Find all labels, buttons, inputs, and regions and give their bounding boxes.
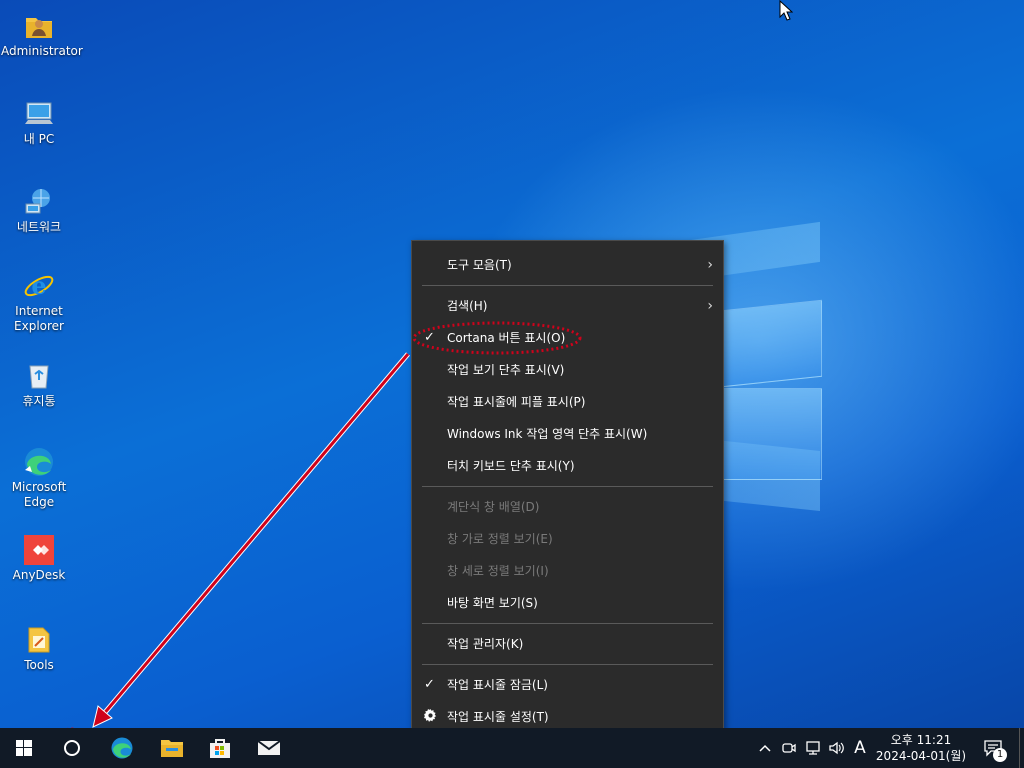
desktop-icon-tools[interactable]: Tools: [1, 624, 77, 673]
internet-explorer-icon: e: [23, 270, 55, 302]
start-icon: [16, 740, 32, 756]
desktop-icon-anydesk[interactable]: AnyDesk: [1, 534, 77, 583]
menu-item-lock-taskbar[interactable]: ✓ 작업 표시줄 잠금(L): [412, 671, 723, 699]
start-button[interactable]: [0, 728, 48, 768]
menu-item-show-touch-keyboard[interactable]: 터치 키보드 단추 표시(Y): [412, 452, 723, 480]
clock-date: 2024-04-01(월): [875, 749, 967, 763]
camera-icon: [782, 743, 796, 753]
wallpaper-logo-pane: [722, 388, 822, 480]
chevron-up-icon: [759, 744, 771, 752]
desktop-icon-administrator[interactable]: Administrator: [1, 10, 83, 59]
menu-item-toolbars[interactable]: 도구 모음(T) ›: [412, 251, 723, 279]
desktop-icon-label: 내 PC: [23, 132, 55, 146]
store-icon: [210, 739, 230, 758]
desktop-icon-label: Microsoft: [11, 480, 67, 494]
menu-item-show-cortana-button[interactable]: ✓ Cortana 버튼 표시(O): [412, 324, 723, 352]
recycle-bin-icon: [23, 360, 55, 392]
menu-item-show-people[interactable]: 작업 표시줄에 피플 표시(P): [412, 388, 723, 416]
checkmark-icon: ✓: [424, 330, 435, 345]
menu-separator: [422, 623, 713, 624]
menu-item-side-by-side: 창 세로 정렬 보기(I): [447, 564, 549, 578]
checkmark-icon: ✓: [424, 677, 435, 692]
edge-icon: [111, 737, 133, 759]
menu-item-stack-windows: 창 가로 정렬 보기(E): [447, 532, 553, 546]
tray-input-indicator[interactable]: A: [850, 728, 870, 768]
cortana-icon: [64, 740, 80, 756]
chevron-right-icon: ›: [707, 257, 713, 273]
menu-separator: [422, 664, 713, 665]
desktop-icon-internet-explorer[interactable]: e Internet Explorer: [1, 270, 77, 334]
desktop-icon-label: 네트워크: [16, 220, 62, 234]
menu-item-show-windows-ink[interactable]: Windows Ink 작업 영역 단추 표시(W): [412, 420, 723, 448]
desktop-icon-recycle-bin[interactable]: 휴지통: [1, 360, 77, 409]
svg-text:e: e: [31, 271, 46, 300]
menu-separator: [422, 486, 713, 487]
taskbar: A 오후 11:21 2024-04-01(월) 1: [0, 728, 1024, 768]
anydesk-icon: [23, 534, 55, 566]
speaker-icon: [829, 741, 844, 755]
menu-item-task-manager[interactable]: 작업 관리자(K): [412, 630, 723, 658]
menu-item-show-desktop[interactable]: 바탕 화면 보기(S): [412, 589, 723, 617]
desktop-icon-label: Administrator: [1, 44, 83, 58]
menu-item-search[interactable]: 검색(H) ›: [412, 292, 723, 320]
taskbar-context-menu: 도구 모음(T) › 검색(H) › ✓ Cortana 버튼 표시(O) 작업…: [411, 240, 724, 744]
chevron-right-icon: ›: [707, 298, 713, 314]
desktop-icon-label: Internet: [15, 304, 63, 318]
desktop-icon-network[interactable]: 네트워크: [1, 186, 77, 235]
show-desktop-button[interactable]: [1019, 728, 1024, 768]
taskbar-app-store[interactable]: [196, 728, 244, 768]
edge-icon: [23, 446, 55, 478]
desktop-icon-label: 휴지통: [22, 394, 56, 408]
menu-item-taskbar-settings[interactable]: 작업 표시줄 설정(T): [412, 703, 723, 731]
tray-clock[interactable]: 오후 11:21 2024-04-01(월): [872, 728, 970, 768]
tray-meet-now[interactable]: [778, 728, 800, 768]
desktop-icon-label: Tools: [24, 658, 54, 672]
cortana-button[interactable]: [48, 728, 96, 768]
taskbar-app-file-explorer[interactable]: [148, 728, 196, 768]
clock-time: 오후 11:21: [890, 733, 952, 747]
tray-volume[interactable]: [826, 728, 848, 768]
show-hidden-icons-button[interactable]: [755, 728, 775, 768]
taskbar-app-edge[interactable]: [98, 728, 146, 768]
gear-icon: [424, 703, 437, 731]
action-center-button[interactable]: 1: [978, 728, 1008, 768]
notification-count-badge: 1: [993, 748, 1007, 762]
mail-icon: [257, 740, 281, 755]
tray-network[interactable]: [802, 728, 824, 768]
desktop-icon-label-2: Explorer: [14, 319, 64, 333]
desktop-icon-edge[interactable]: Microsoft Edge: [1, 446, 77, 510]
tools-folder-icon: [23, 624, 55, 656]
menu-item-cascade-windows: 계단식 창 배열(D): [447, 500, 540, 514]
wallpaper-logo-pane: [722, 299, 822, 388]
desktop-icon-label-2: Edge: [23, 495, 55, 509]
user-folder-icon: [23, 10, 55, 42]
network-icon: [23, 186, 55, 218]
mouse-cursor-icon: [779, 0, 794, 25]
menu-item-show-task-view-button[interactable]: 작업 보기 단추 표시(V): [412, 356, 723, 384]
taskbar-app-mail[interactable]: [245, 728, 293, 768]
file-explorer-icon: [161, 740, 183, 757]
desktop-icon-label: AnyDesk: [12, 568, 66, 582]
computer-icon: [23, 98, 55, 130]
menu-separator: [422, 285, 713, 286]
network-icon: [806, 741, 820, 755]
desktop-icon-this-pc[interactable]: 내 PC: [1, 98, 77, 147]
